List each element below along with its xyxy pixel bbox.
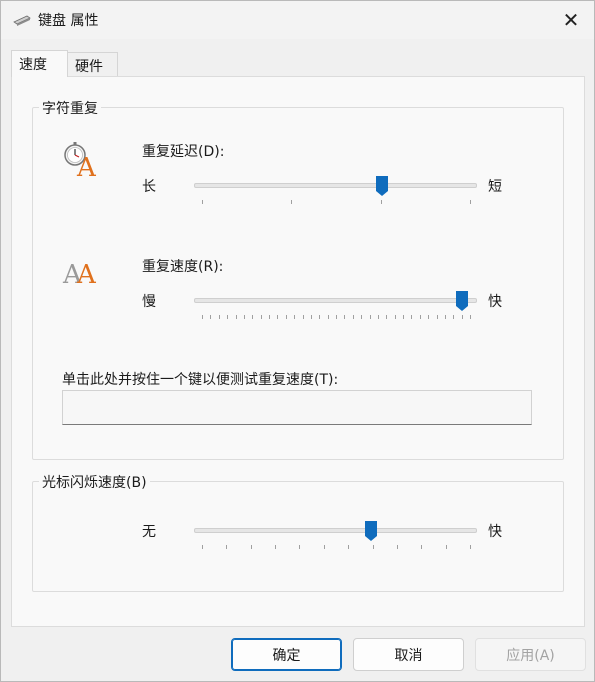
slider-tick — [299, 545, 301, 549]
slider-tick — [396, 545, 398, 549]
slider-tick — [394, 315, 396, 319]
slider-tick — [372, 545, 374, 549]
slider-tick — [470, 545, 471, 549]
repeat-delay-slider[interactable] — [194, 183, 477, 188]
apply-button[interactable]: 应用(A) — [475, 638, 586, 671]
speed-tab-panel: 字符重复 A 重复延迟(D): 长 短 A A 重复速度(R): 慢 快 单击此… — [11, 76, 585, 627]
repeat-delay-label: 重复延迟(D): — [142, 144, 225, 160]
keyboard-icon — [13, 15, 31, 26]
slider-tick — [352, 315, 354, 319]
slider-tick — [428, 315, 430, 319]
svg-text:A: A — [76, 260, 97, 287]
repeat-test-label: 单击此处并按住一个键以便测试重复速度(T): — [62, 372, 339, 388]
slider-tick — [453, 315, 455, 319]
slider-tick — [202, 315, 203, 319]
slider-tick — [227, 315, 229, 319]
cursor-blink-slider-thumb[interactable] — [364, 520, 378, 542]
keyboard-properties-window: 键盘 属性 ✕ 速度 硬件 字符重复 A 重复延迟(D): 长 短 A A 重复… — [0, 0, 595, 682]
slider-tick — [470, 315, 471, 319]
repeat-rate-label: 重复速度(R): — [142, 259, 224, 275]
slider-tick — [377, 315, 379, 319]
repeat-test-input[interactable] — [62, 390, 532, 425]
slider-tick — [243, 315, 245, 319]
slider-tick — [202, 545, 203, 549]
repeat-rate-slider[interactable] — [194, 298, 477, 303]
slider-tick — [386, 315, 388, 319]
slider-tick — [336, 315, 337, 319]
repeat-rate-max-label: 快 — [488, 294, 502, 310]
slider-tick — [344, 315, 346, 319]
slider-tick — [348, 545, 350, 549]
slider-tick — [310, 315, 312, 319]
cancel-button[interactable]: 取消 — [353, 638, 464, 671]
slider-tick — [436, 315, 438, 319]
slider-tick — [327, 315, 329, 319]
repeat-rate-slider-thumb[interactable] — [455, 290, 469, 312]
slider-tick — [421, 545, 423, 549]
slider-tick — [319, 315, 321, 319]
title-bar: 键盘 属性 ✕ — [1, 1, 594, 39]
repeat-delay-max-label: 短 — [488, 179, 502, 195]
cursor-blink-group: 光标闪烁速度(B) — [32, 472, 564, 592]
slider-tick — [202, 200, 203, 204]
cursor-blink-max-label: 快 — [488, 524, 502, 540]
close-icon: ✕ — [562, 8, 580, 32]
slider-tick — [445, 545, 447, 549]
slider-tick — [470, 200, 471, 204]
slider-tick — [260, 315, 262, 319]
slider-tick — [285, 315, 287, 319]
character-repeat-group-title: 字符重复 — [39, 98, 101, 118]
slider-tick — [361, 315, 363, 319]
repeat-rate-icon: A A — [62, 260, 97, 287]
cursor-blink-min-label: 无 — [142, 524, 156, 540]
slider-tick — [411, 315, 413, 319]
slider-tick — [461, 315, 463, 319]
slider-tick — [235, 315, 237, 319]
slider-tick — [380, 200, 382, 204]
slider-tick — [444, 315, 446, 319]
slider-tick — [226, 545, 228, 549]
repeat-delay-min-label: 长 — [142, 179, 156, 195]
repeat-rate-ticks — [202, 315, 471, 321]
cursor-blink-ticks — [202, 545, 471, 551]
cursor-blink-slider[interactable] — [194, 528, 477, 533]
slider-tick — [275, 545, 277, 549]
slider-tick — [419, 315, 421, 319]
slider-tick — [250, 545, 252, 549]
repeat-delay-icon: A — [64, 142, 97, 178]
slider-tick — [403, 315, 404, 319]
slider-tick — [277, 315, 279, 319]
slider-tick — [302, 315, 304, 319]
slider-tick — [269, 315, 270, 319]
slider-tick — [294, 315, 296, 319]
slider-tick — [323, 545, 325, 549]
slider-tick — [210, 315, 212, 319]
slider-tick — [369, 315, 371, 319]
repeat-rate-min-label: 慢 — [142, 294, 156, 310]
ok-button[interactable]: 确定 — [231, 638, 342, 671]
tab-hardware[interactable]: 硬件 — [67, 52, 118, 76]
tab-speed[interactable]: 速度 — [11, 50, 68, 77]
slider-tick — [291, 200, 293, 204]
slider-tick — [252, 315, 254, 319]
repeat-delay-slider-thumb[interactable] — [375, 175, 389, 197]
repeat-delay-ticks — [202, 200, 471, 206]
svg-text:A: A — [76, 153, 97, 178]
slider-tick — [218, 315, 220, 319]
close-button[interactable]: ✕ — [548, 1, 594, 39]
cursor-blink-group-title: 光标闪烁速度(B) — [39, 472, 150, 492]
window-title: 键盘 属性 — [38, 13, 99, 29]
